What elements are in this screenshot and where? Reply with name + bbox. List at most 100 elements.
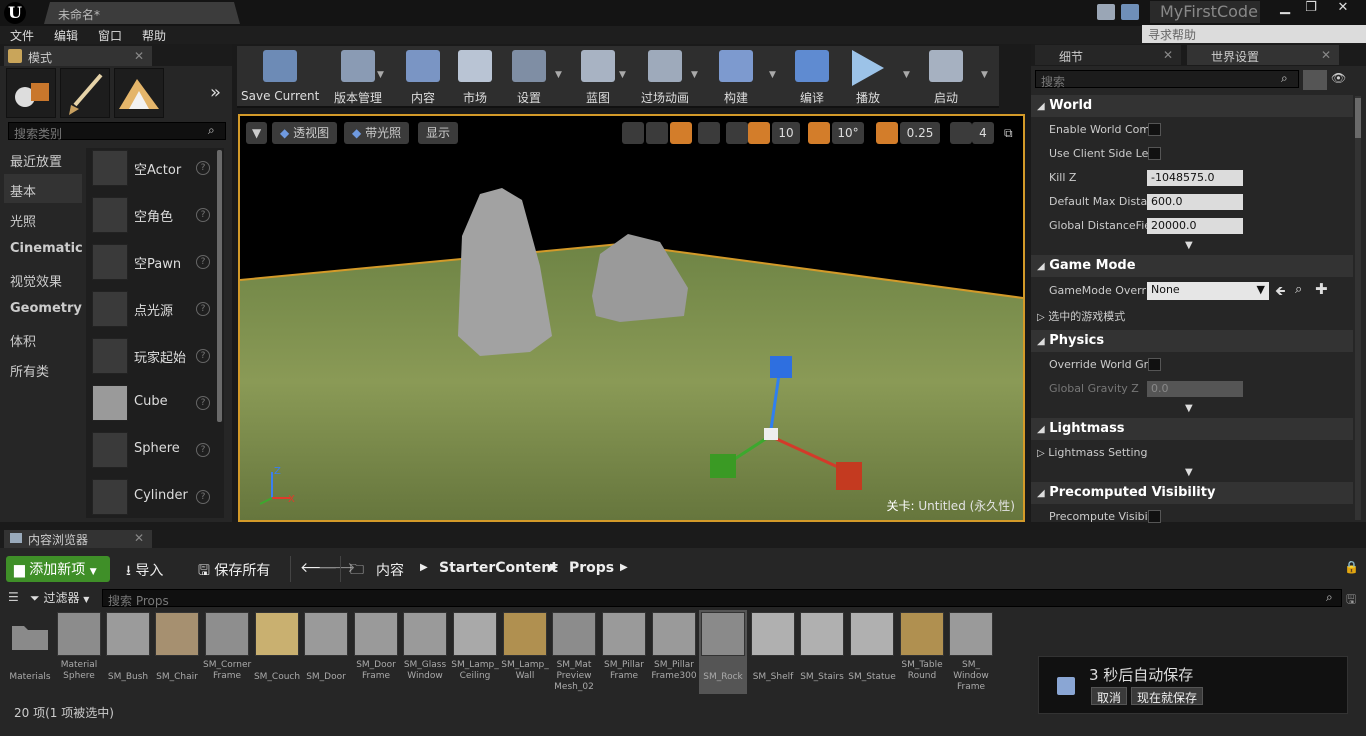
asset-tile[interactable]: SM_Pillar Frame: [600, 612, 648, 682]
tab-details[interactable]: 细节 ✕: [1035, 45, 1181, 65]
world-local-icon[interactable]: [698, 122, 720, 144]
filters-button[interactable]: ⏷ 过滤器 ▼: [30, 589, 89, 606]
rotation-snap-icon[interactable]: [808, 122, 830, 144]
scale-snap-value[interactable]: 0.25: [900, 122, 940, 144]
restore-button[interactable]: ❐: [1298, 0, 1324, 18]
asset-tile[interactable]: SM_Lamp_ Ceiling: [451, 612, 499, 682]
section-world[interactable]: ◢ World: [1031, 95, 1353, 117]
add-new-button[interactable]: ▆ 添加新项 ▼: [6, 556, 110, 582]
category-search-input[interactable]: 搜索类别: [8, 122, 226, 141]
play-button[interactable]: 播放: [843, 46, 893, 106]
launch-button[interactable]: 启动: [921, 46, 971, 106]
category-basic[interactable]: 基本: [4, 174, 82, 203]
content-button[interactable]: 内容: [397, 46, 449, 106]
tab-content-browser[interactable]: 内容浏览器 ✕: [4, 530, 152, 548]
cinematics-button[interactable]: 过场动画: [637, 46, 693, 106]
viewport-options-button[interactable]: ▼: [246, 122, 268, 144]
kill-z-input[interactable]: -1048575.0: [1147, 170, 1243, 186]
override-world-gravity-checkbox[interactable]: [1148, 358, 1161, 371]
actor-list-scrollbar[interactable]: [217, 150, 222, 422]
minimize-button[interactable]: ▁: [1272, 0, 1298, 18]
actor-empty-character[interactable]: 空角色?: [90, 193, 216, 239]
property-matrix-icon[interactable]: [1303, 70, 1327, 90]
unreal-logo-icon[interactable]: U: [4, 2, 26, 24]
category-recent[interactable]: 最近放置: [4, 144, 82, 173]
rotation-snap-value[interactable]: 10°: [832, 122, 864, 144]
category-cinematic[interactable]: Cinematic: [4, 234, 83, 263]
asset-search-input[interactable]: 搜索 Props: [102, 589, 1342, 608]
help-icon[interactable]: ?: [196, 349, 210, 363]
import-button[interactable]: ⭳ 导入: [126, 560, 163, 584]
actor-empty-actor[interactable]: 空Actor?: [90, 146, 216, 192]
chat-icon[interactable]: [1097, 4, 1115, 20]
breadcrumb-content[interactable]: 内容: [376, 560, 404, 580]
build-button[interactable]: 构建: [711, 46, 761, 106]
eye-icon[interactable]: 👁: [1331, 71, 1346, 85]
show-advanced-icon[interactable]: ▼: [1185, 240, 1193, 251]
asset-tile[interactable]: SM_Bush: [104, 612, 152, 683]
menu-file[interactable]: 文件: [10, 27, 34, 44]
learn-icon[interactable]: [1121, 4, 1139, 20]
chevron-down-icon[interactable]: ▼: [691, 70, 698, 80]
help-icon[interactable]: ?: [196, 490, 210, 504]
breadcrumb-props[interactable]: Props: [569, 560, 614, 576]
settings-button[interactable]: 设置: [505, 46, 553, 106]
help-search-input[interactable]: 寻求帮助: [1142, 25, 1366, 43]
help-icon[interactable]: ?: [196, 443, 210, 457]
close-icon[interactable]: ✕: [1163, 48, 1173, 62]
selected-gamemode-row[interactable]: ▷ 选中的游戏模式: [1037, 308, 1125, 324]
document-tab[interactable]: 未命名*: [44, 2, 240, 24]
category-visual-effects[interactable]: 视觉效果: [4, 264, 82, 293]
close-window-button[interactable]: ✕: [1330, 0, 1356, 18]
menu-window[interactable]: 窗口: [98, 27, 122, 44]
chevron-down-icon[interactable]: ▼: [981, 70, 988, 80]
asset-tile[interactable]: Material Sphere: [55, 612, 103, 682]
chevron-down-icon[interactable]: ▼: [619, 70, 626, 80]
actor-point-light[interactable]: 点光源?: [90, 287, 216, 333]
details-scroll-thumb[interactable]: [1355, 98, 1361, 138]
help-icon[interactable]: ?: [196, 302, 210, 316]
marketplace-button[interactable]: 市场: [449, 46, 501, 106]
menu-help[interactable]: 帮助: [142, 27, 166, 44]
lock-icon[interactable]: 🔒: [1344, 560, 1359, 574]
close-icon[interactable]: ✕: [134, 531, 144, 545]
chevron-down-icon[interactable]: ▼: [769, 70, 776, 80]
lit-button[interactable]: ◆ 带光照: [344, 122, 410, 144]
asset-tile[interactable]: SM_Rock: [699, 610, 747, 694]
paint-mode-button[interactable]: [60, 68, 110, 118]
close-icon[interactable]: ✕: [1321, 48, 1331, 62]
gamemode-override-select[interactable]: None ▼: [1147, 282, 1269, 300]
save-now-button[interactable]: 现在就保存: [1131, 687, 1204, 705]
surface-snap-icon[interactable]: [726, 122, 748, 144]
search-icon[interactable]: ⌕: [1295, 282, 1302, 297]
camera-speed-icon[interactable]: [950, 122, 972, 144]
asset-tile[interactable]: SM_Table Round: [898, 612, 946, 682]
asset-tile[interactable]: SM_Statue: [848, 612, 896, 683]
details-scrollbar[interactable]: [1355, 96, 1361, 520]
asset-tile[interactable]: SM_Glass Window: [401, 612, 449, 682]
asset-tile[interactable]: SM_Pillar Frame300: [650, 612, 698, 682]
chevron-down-icon[interactable]: ▼: [377, 70, 384, 80]
landscape-mode-button[interactable]: [114, 68, 164, 118]
perspective-button[interactable]: ◆ 透视图: [272, 122, 338, 144]
default-max-distance-input[interactable]: 600.0: [1147, 194, 1243, 210]
save-search-icon[interactable]: 🖫: [1346, 590, 1356, 611]
category-volumes[interactable]: 体积: [4, 324, 82, 353]
asset-tile[interactable]: SM_Couch: [253, 612, 301, 683]
maximize-viewport-icon[interactable]: ⧉: [1004, 126, 1013, 141]
add-icon[interactable]: ✚: [1315, 280, 1328, 298]
show-advanced-icon[interactable]: ▼: [1185, 467, 1193, 478]
chevron-down-icon[interactable]: ▼: [903, 70, 910, 80]
asset-tile[interactable]: SM_Chair: [153, 612, 201, 683]
breadcrumb-startercontent[interactable]: StarterContent: [439, 560, 558, 576]
grid-snap-icon[interactable]: [748, 122, 770, 144]
save-all-button[interactable]: 🖫 保存所有: [198, 560, 270, 584]
asset-tile[interactable]: SM_Corner Frame: [203, 612, 251, 682]
actor-empty-pawn[interactable]: 空Pawn?: [90, 240, 216, 286]
move-icon[interactable]: [622, 122, 644, 144]
breadcrumb-arrow-icon[interactable]: ▶: [620, 562, 628, 573]
rotate-icon[interactable]: [646, 122, 668, 144]
section-physics[interactable]: ◢ Physics: [1031, 330, 1353, 352]
section-precomputed-visibility[interactable]: ◢ Precomputed Visibility: [1031, 482, 1353, 504]
lightmass-settings-row[interactable]: ▷ Lightmass Setting: [1037, 446, 1147, 459]
